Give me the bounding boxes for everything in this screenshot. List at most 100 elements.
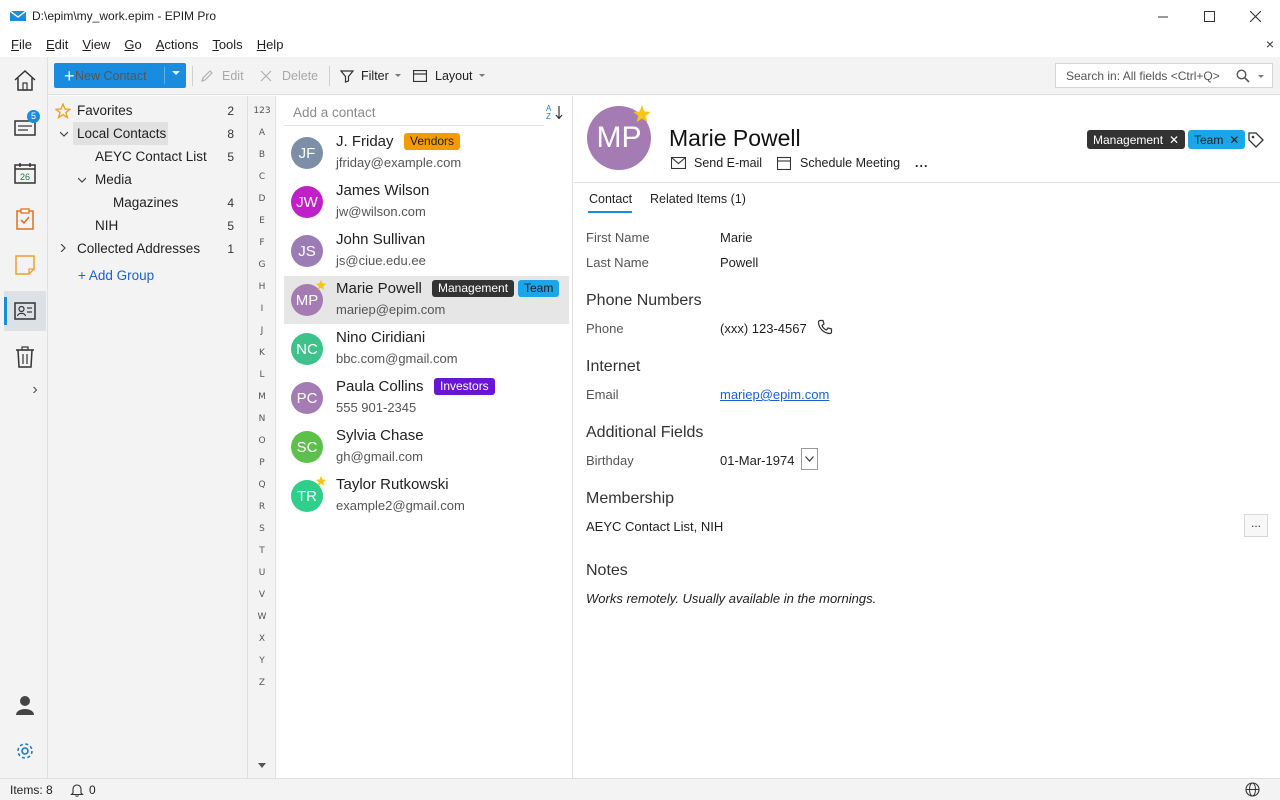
alpha-index-letter[interactable]: W — [248, 612, 276, 622]
chevron-right-icon[interactable] — [59, 244, 67, 252]
contact-row[interactable]: JS John Sullivan js@ciue.edu.ee — [284, 227, 569, 275]
alpha-index-letter[interactable]: P — [248, 458, 276, 468]
menu-file[interactable]: File — [4, 37, 39, 52]
chevron-down-icon[interactable] — [1258, 75, 1264, 78]
nav-notes[interactable] — [4, 245, 46, 285]
tab-contact[interactable]: Contact — [589, 192, 632, 206]
menu-edit[interactable]: Edit — [39, 37, 75, 52]
alpha-index-letter[interactable]: S — [248, 524, 276, 534]
tree-favorites[interactable]: Favorites 2 — [48, 99, 248, 122]
filter-button[interactable]: Filter — [340, 63, 401, 88]
last-name-value[interactable]: Powell — [720, 255, 758, 270]
alpha-index-letter[interactable]: J — [248, 326, 276, 336]
contact-row[interactable]: JF J. Friday jfriday@example.com Vendors — [284, 129, 569, 177]
alpha-index-letter[interactable]: A — [248, 128, 276, 138]
alpha-index-letter[interactable]: B — [248, 150, 276, 160]
chevron-down-icon[interactable] — [60, 130, 68, 138]
tag-management[interactable]: Management ✕ — [1087, 130, 1186, 149]
tag-team[interactable]: Team ✕ — [1188, 130, 1246, 149]
notifications-indicator[interactable]: 0 — [70, 783, 96, 797]
nav-settings[interactable] — [4, 731, 46, 771]
alpha-index-letter[interactable]: F — [248, 238, 276, 248]
globe-icon[interactable] — [1245, 782, 1260, 797]
alpha-index-letter[interactable]: N — [248, 414, 276, 424]
menu-go[interactable]: Go — [117, 37, 148, 52]
contact-row[interactable]: JW James Wilson jw@wilson.com — [284, 178, 569, 226]
alpha-index-letter[interactable]: Y — [248, 656, 276, 666]
add-group-link[interactable]: + Add Group — [48, 264, 248, 287]
tree-magazines[interactable]: Magazines 4 — [48, 191, 248, 214]
contact-row[interactable]: PC Paula Collins 555 901-2345 Investors — [284, 374, 569, 422]
alpha-index-letter[interactable]: L — [248, 370, 276, 380]
first-name-value[interactable]: Marie — [720, 230, 753, 245]
contact-row[interactable]: MP Marie Powell mariep@epim.com Management T… — [284, 276, 569, 324]
alpha-index-letter[interactable]: V — [248, 590, 276, 600]
membership-edit-button[interactable]: ... — [1244, 514, 1268, 537]
close-document-button[interactable]: × — [1266, 36, 1274, 52]
layout-button[interactable]: Layout — [413, 63, 485, 88]
nav-account[interactable] — [4, 685, 46, 725]
alpha-index-letter[interactable]: E — [248, 216, 276, 226]
alpha-index-letter[interactable]: M — [248, 392, 276, 402]
remove-tag-icon[interactable]: ✕ — [1229, 133, 1239, 147]
contact-row[interactable]: TR Taylor Rutkowski example2@gmail.com — [284, 472, 569, 520]
phone-value[interactable]: (xxx) 123-4567 — [720, 321, 807, 336]
alpha-index-letter[interactable]: O — [248, 436, 276, 446]
alpha-index-letter[interactable]: I — [248, 304, 276, 314]
minimize-button[interactable] — [1140, 0, 1186, 32]
search-input[interactable]: Search in: All fields <Ctrl+Q> — [1055, 63, 1273, 88]
alpha-index-letter[interactable]: X — [248, 634, 276, 644]
tab-related-items[interactable]: Related Items (1) — [650, 192, 746, 206]
maximize-button[interactable] — [1186, 0, 1232, 32]
chevron-down-icon[interactable] — [78, 176, 86, 184]
new-contact-button[interactable]: + New Contact — [54, 63, 186, 88]
birthday-dropdown-button[interactable] — [801, 448, 818, 470]
alpha-index-letter[interactable]: G — [248, 260, 276, 270]
alpha-index-letter[interactable]: C — [248, 172, 276, 182]
nav-mail[interactable]: 5 — [4, 107, 46, 147]
menu-view[interactable]: View — [75, 37, 117, 52]
menu-actions[interactable]: Actions — [149, 37, 206, 52]
nav-tasks[interactable] — [4, 199, 46, 239]
schedule-meeting-button[interactable]: Schedule Meeting — [777, 156, 900, 170]
alpha-index-letter[interactable]: D — [248, 194, 276, 204]
sort-az-icon[interactable]: A Z — [546, 104, 564, 120]
alpha-index-letter[interactable]: Q — [248, 480, 276, 490]
tree-aeyc-contact-list[interactable]: AEYC Contact List 5 — [48, 145, 248, 168]
more-actions-button[interactable]: ... — [915, 156, 928, 170]
phone-call-icon[interactable] — [817, 319, 833, 335]
email-link[interactable]: mariep@epim.com — [720, 387, 829, 402]
nav-calendar[interactable]: 26 — [4, 153, 46, 193]
alpha-index-letter[interactable]: Z — [248, 678, 276, 688]
alpha-index-letter[interactable]: T — [248, 546, 276, 556]
notes-text[interactable]: Works remotely. Usually available in the… — [586, 591, 876, 606]
search-icon[interactable] — [1236, 69, 1250, 83]
tag-icon[interactable] — [1248, 132, 1264, 148]
chevron-down-icon[interactable] — [172, 71, 180, 75]
send-email-button[interactable]: Send E-mail — [671, 156, 762, 170]
alpha-index-letter[interactable]: U — [248, 568, 276, 578]
alpha-index-letter[interactable]: 123 — [248, 106, 276, 116]
expand-rail-button[interactable]: › — [4, 370, 46, 410]
remove-tag-icon[interactable]: ✕ — [1169, 133, 1179, 147]
contact-row[interactable]: SC Sylvia Chase gh@gmail.com — [284, 423, 569, 471]
menu-help[interactable]: Help — [250, 37, 291, 52]
nav-contacts[interactable] — [4, 291, 46, 331]
tree-collected-addresses[interactable]: Collected Addresses 1 — [48, 237, 248, 260]
close-button[interactable] — [1232, 0, 1278, 32]
menu-tools[interactable]: Tools — [205, 37, 249, 52]
birthday-value[interactable]: 01-Mar-1974 — [720, 453, 794, 468]
tree-local-contacts[interactable]: Local Contacts 8 — [48, 122, 248, 145]
contact-row[interactable]: NC Nino Ciridiani bbc.com@gmail.com — [284, 325, 569, 373]
add-contact-input[interactable]: Add a contact — [284, 102, 544, 126]
delete-button[interactable]: Delete — [260, 63, 318, 88]
scroll-down-icon[interactable] — [258, 763, 266, 769]
tree-nih[interactable]: NIH 5 — [48, 214, 248, 237]
favorite-star-icon[interactable] — [632, 104, 652, 124]
alpha-index-letter[interactable]: H — [248, 282, 276, 292]
alpha-index-letter[interactable]: K — [248, 348, 276, 358]
nav-home[interactable] — [4, 61, 46, 101]
edit-button[interactable]: Edit — [200, 63, 244, 88]
alpha-index-letter[interactable]: R — [248, 502, 276, 512]
tree-media[interactable]: Media — [48, 168, 248, 191]
